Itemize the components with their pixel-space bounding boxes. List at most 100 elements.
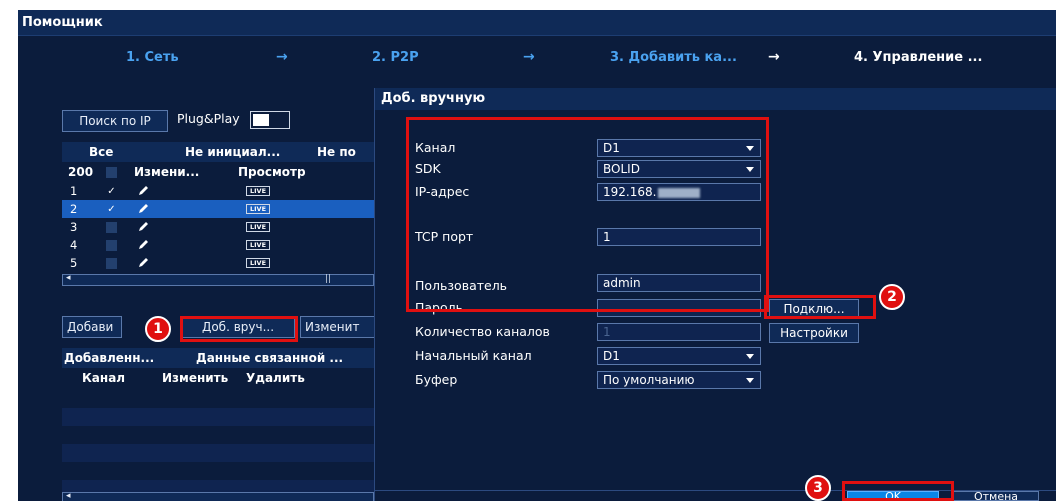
toggle-knob [253,114,269,126]
select-all-checkbox[interactable] [106,167,117,178]
step-network[interactable]: 1. Сеть [126,50,179,65]
password-label: Пароль [415,300,463,315]
edit-button[interactable]: Изменит [300,316,380,338]
tab-linked-data[interactable]: Данные связанной ... [196,351,343,365]
buffer-select[interactable]: По умолчанию [597,371,761,389]
row-checkbox[interactable]: ✓ [106,186,117,197]
table-row[interactable]: 2 ✓ LIVE [62,200,392,218]
plug-play-toggle[interactable] [250,111,290,129]
arrow-right-icon: → [276,49,288,65]
dialog-title: Доб. вручную [381,91,486,106]
step-management[interactable]: 4. Управление ... [854,50,982,65]
live-icon[interactable]: LIVE [246,204,270,214]
live-icon[interactable]: LIVE [246,240,270,250]
live-icon[interactable]: LIVE [246,222,270,232]
pencil-icon[interactable] [138,238,150,253]
row-number: 4 [70,238,78,252]
row-checkbox[interactable] [106,258,117,269]
tab-not-added[interactable]: Не по [317,145,356,159]
row-checkbox[interactable] [106,222,117,233]
wizard-steps: 1. Сеть → 2. P2P → 3. Добавить ка... → 4… [18,49,1056,72]
scroll-left-icon[interactable]: ◂ [66,491,71,501]
pencil-icon[interactable] [138,256,150,271]
column-edit[interactable]: Измени... [134,165,199,179]
horizontal-scrollbar[interactable]: ◂ [62,491,374,501]
channel-count-field: 1 [597,323,761,341]
tab-added-devices[interactable]: Добавленн... [64,351,154,365]
pencil-icon[interactable] [138,184,150,199]
row-checkbox[interactable] [106,240,117,251]
step-badge-2: 2 [879,284,905,310]
plug-play-label: Plug&Play [177,111,240,126]
chevron-down-icon [746,146,754,151]
sdk-select[interactable]: BOLID [597,160,761,178]
manual-add-dialog: Доб. вручную Канал D1 SDK BOLID IP-адрес… [374,88,1056,501]
pencil-icon[interactable] [138,202,150,217]
pencil-icon[interactable] [138,220,150,235]
column-view[interactable]: Просмотр [238,165,306,179]
tcp-port-field[interactable]: 1 [597,228,761,246]
channel-select[interactable]: D1 [597,139,761,157]
table-row[interactable]: 4 LIVE [62,236,392,254]
chevron-down-icon [746,354,754,359]
table-row[interactable]: 3 LIVE [62,218,392,236]
device-count: 200 [68,165,94,179]
arrow-right-icon: → [523,49,535,65]
scroll-thumb[interactable]: || [325,274,331,284]
cancel-button[interactable]: Отмена [953,491,1039,501]
ip-label: IP-адрес [415,184,470,199]
channel-count-label: Количество каналов [415,324,550,339]
table-row [62,408,392,426]
row-number: 5 [70,256,78,270]
arrow-right-icon: → [768,49,780,65]
row-number: 3 [70,220,78,234]
title-bar: Помощник [18,10,1056,36]
table-row [62,444,392,462]
tcp-port-label: TCP порт [415,229,474,244]
search-ip-button[interactable]: Поиск по IP [62,110,168,132]
step-p2p[interactable]: 2. P2P [372,50,419,65]
start-channel-select[interactable]: D1 [597,347,761,365]
start-channel-value: D1 [603,349,620,363]
ip-value: 192.168. [603,185,657,199]
connect-button[interactable]: Подклю... [769,299,859,319]
row-checkbox[interactable]: ✓ [106,204,117,215]
row-number: 2 [70,202,78,216]
added-table-header: Канал Изменить Удалить [62,368,374,388]
chevron-down-icon [746,378,754,383]
live-icon[interactable]: LIVE [246,258,270,268]
horizontal-scrollbar[interactable]: ◂ || [62,273,374,286]
wizard-window: Помощник 1. Сеть → 2. P2P → 3. Добавить … [18,10,1056,501]
manual-add-button[interactable]: Доб. вруч... [181,316,295,338]
redacted-mask [658,187,701,198]
table-row[interactable]: 5 LIVE [62,254,392,272]
start-channel-label: Начальный канал [415,348,532,363]
tab-uninitialized[interactable]: Не инициал... [185,145,280,159]
device-table-header: 200 Измени... Просмотр [62,162,392,182]
ip-field[interactable]: 192.168. [597,183,761,201]
user-field[interactable]: admin [597,274,761,292]
add-button[interactable]: Добави [62,316,122,338]
buffer-label: Буфер [415,372,458,387]
sdk-value: BOLID [603,162,640,176]
column-channel[interactable]: Канал [82,371,125,385]
tab-all[interactable]: Все [89,145,113,159]
settings-button[interactable]: Настройки [769,323,859,343]
password-field[interactable] [597,299,761,317]
filter-tabs: Все Не инициал... Не по [62,142,392,162]
column-delete[interactable]: Удалить [246,371,305,385]
step-add-camera[interactable]: 3. Добавить ка... [610,50,737,65]
dialog-title-bar: Доб. вручную [375,88,1056,110]
sdk-label: SDK [415,161,441,176]
buffer-value: По умолчанию [603,373,695,387]
step-badge-3: 3 [805,475,831,501]
column-edit[interactable]: Изменить [162,371,228,385]
step-badge-1: 1 [145,316,171,342]
live-icon[interactable]: LIVE [246,186,270,196]
ok-button[interactable]: OK [847,491,939,501]
window-title: Помощник [22,15,103,30]
scroll-left-icon[interactable]: ◂ [66,273,71,283]
table-row[interactable]: 1 ✓ LIVE [62,182,392,200]
row-number: 1 [70,184,78,198]
added-tabs: Добавленн... Данные связанной ... [62,348,374,368]
